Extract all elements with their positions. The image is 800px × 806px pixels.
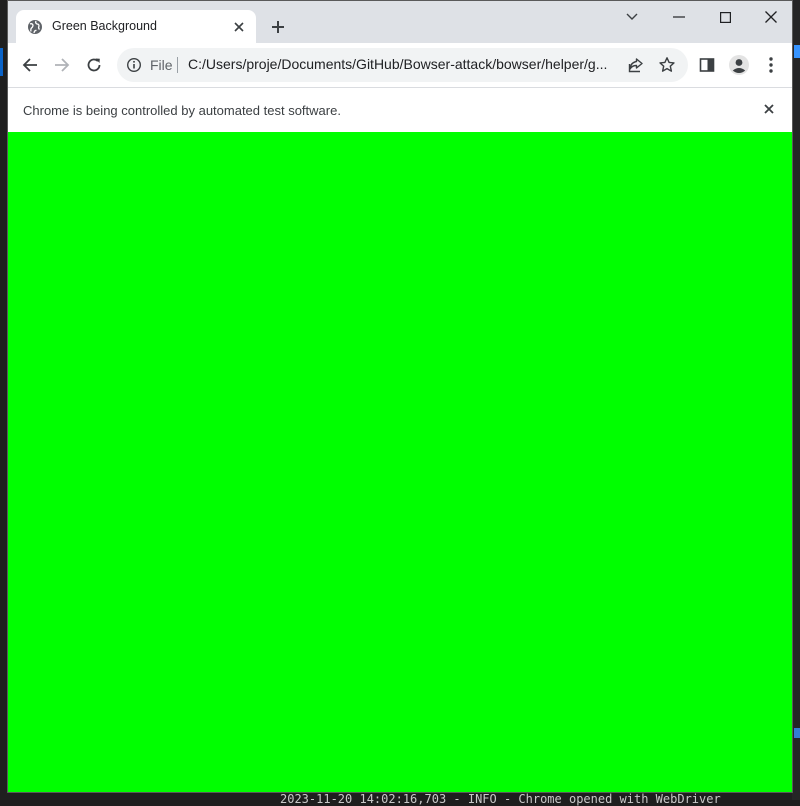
share-icon[interactable]	[627, 56, 645, 74]
background-window-accent	[0, 48, 3, 76]
globe-icon	[27, 19, 43, 35]
reload-button[interactable]	[81, 52, 107, 78]
tab-search-chevron-icon[interactable]	[617, 5, 647, 29]
address-bar[interactable]: File C:/Users/proje/Documents/GitHub/Bow…	[117, 48, 688, 82]
url-scheme-label: File	[150, 57, 173, 73]
browser-window: Green Background File C:/Users/proje/Doc…	[7, 0, 793, 793]
maximize-button[interactable]	[710, 5, 740, 29]
forward-button[interactable]	[49, 52, 75, 78]
more-menu-icon[interactable]	[760, 54, 782, 76]
address-separator	[177, 57, 178, 73]
new-tab-button[interactable]	[267, 16, 289, 38]
tab-green-background[interactable]: Green Background	[16, 10, 256, 43]
terminal-log-line: 2023-11-20 14:02:16,703 - INFO - Chrome …	[280, 792, 721, 806]
url-text[interactable]: C:/Users/proje/Documents/GitHub/Bowser-a…	[188, 56, 616, 72]
background-editor-accent	[794, 45, 800, 58]
close-window-button[interactable]	[756, 5, 786, 29]
tab-title: Green Background	[52, 19, 157, 33]
back-button[interactable]	[17, 52, 43, 78]
profile-avatar-icon[interactable]	[728, 54, 750, 76]
background-editor-accent	[794, 728, 800, 738]
side-panel-icon[interactable]	[696, 54, 718, 76]
bookmark-star-icon[interactable]	[658, 56, 676, 74]
tab-close-icon[interactable]	[230, 18, 248, 36]
page-viewport[interactable]	[8, 132, 792, 792]
infobar-message: Chrome is being controlled by automated …	[23, 103, 341, 118]
automation-infobar: Chrome is being controlled by automated …	[8, 87, 792, 132]
browser-toolbar: File C:/Users/proje/Documents/GitHub/Bow…	[8, 43, 792, 87]
title-bar: Green Background	[8, 1, 792, 43]
infobar-close-icon[interactable]	[760, 100, 778, 118]
minimize-button[interactable]	[664, 5, 694, 29]
background-editor-edge	[792, 0, 800, 800]
info-icon[interactable]	[126, 57, 142, 73]
